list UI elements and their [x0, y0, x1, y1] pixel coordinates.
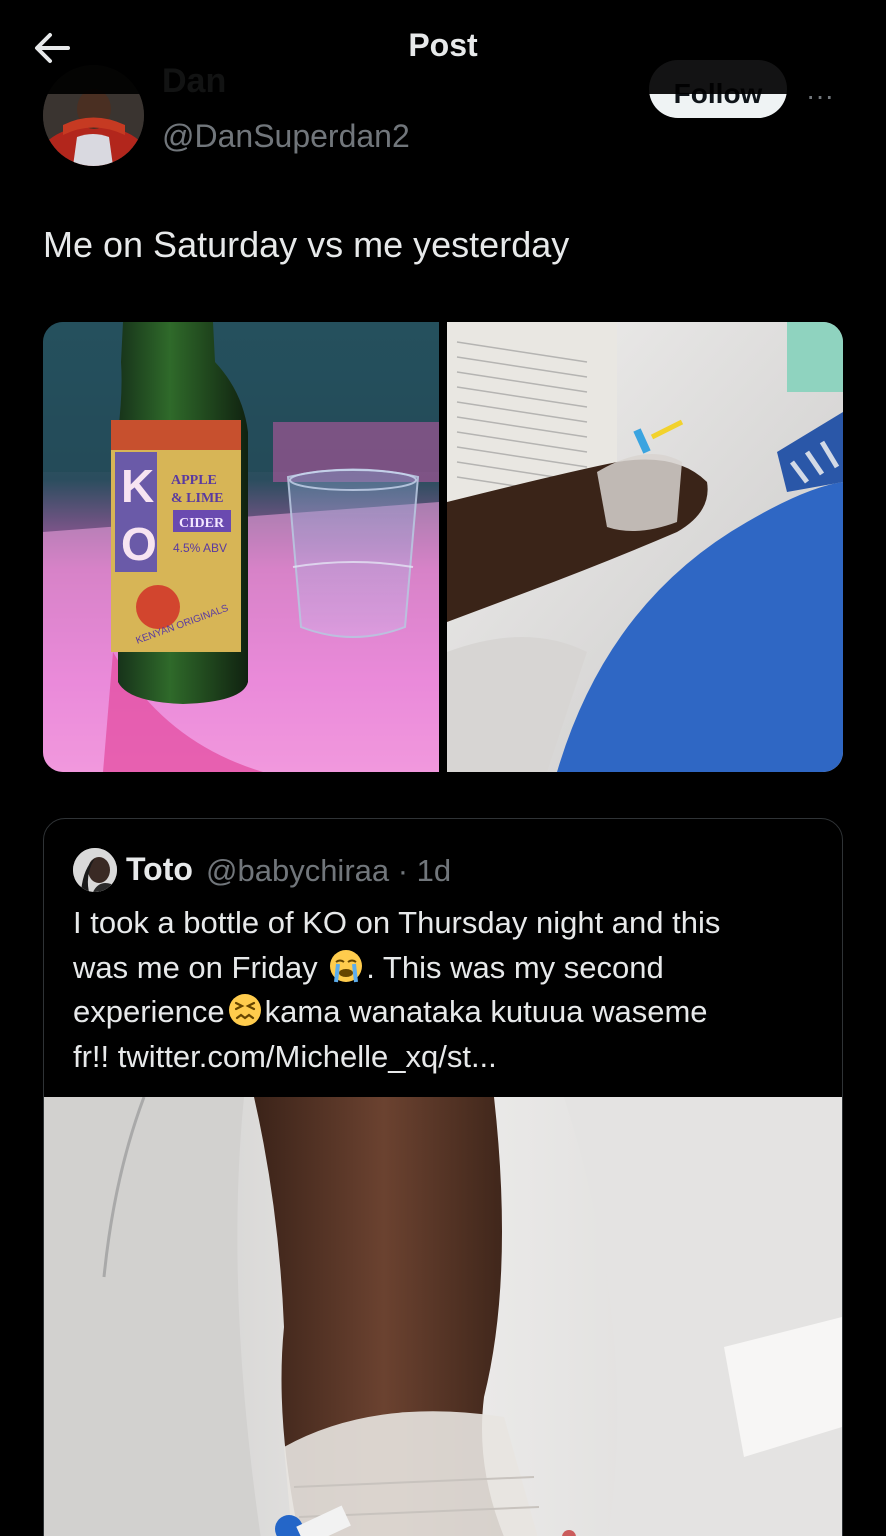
quoted-author-name[interactable]: Toto [126, 851, 193, 888]
confounded-face-emoji-icon [228, 994, 261, 1026]
quoted-text-line-1: I took a bottle of KO on Thursday night … [73, 905, 721, 940]
quoted-text-line-4[interactable]: fr!! twitter.com/Michelle_xq/st... [73, 1035, 823, 1080]
arm-with-iv-photo [44, 1097, 842, 1536]
post-page: Post Dan @DanSuperdan2 Follow ··· Me on … [0, 0, 886, 1536]
quoted-post-image-arm-iv[interactable] [44, 1097, 842, 1536]
bottle-ko-letter-o: O [121, 518, 157, 570]
quoted-author-avatar[interactable] [73, 848, 117, 892]
bottle-label-type: CIDER [179, 516, 225, 531]
loudly-crying-face-emoji-icon [330, 949, 363, 982]
bottle-label-abv: 4.5% ABV [173, 541, 227, 555]
bottle-ko-letter-k: K [121, 460, 154, 512]
cider-bottle-photo: K O APPLE & LIME CIDER 4.5% ABV KENYAN O… [43, 322, 439, 772]
quoted-author-handle-time[interactable]: @babychiraa · 1d [206, 853, 451, 889]
quoted-text-line-2-end: . This was my second [366, 949, 664, 985]
quoted-text-line-3-end: kama wanataka kutuua waseme [264, 994, 708, 1029]
post-image-hospital-bed[interactable] [447, 322, 843, 772]
bottle-label-flavor-2: & LIME [171, 491, 224, 506]
top-bar: Post [0, 0, 886, 94]
post-text: Me on Saturday vs me yesterday [43, 224, 570, 265]
quoted-post-text: I took a bottle of KO on Thursday night … [73, 901, 823, 1079]
hospital-bed-photo [447, 322, 843, 772]
bottle-label-flavor: APPLE [171, 473, 217, 488]
author-handle[interactable]: @DanSuperdan2 [162, 118, 410, 155]
quoted-text-line-2-start: was me on Friday [73, 949, 327, 985]
page-title: Post [408, 27, 478, 63]
post-image-cider-bottle[interactable]: K O APPLE & LIME CIDER 4.5% ABV KENYAN O… [43, 322, 439, 772]
quoted-text-line-2: was me on Friday . This was my second [73, 946, 823, 991]
quoted-text-line-3-start: experience [73, 994, 225, 1029]
quoted-post[interactable]: Toto @babychiraa · 1d I took a bottle of… [43, 818, 843, 1536]
quoted-text-line-3: experience kama wanataka kutuua waseme [73, 990, 823, 1035]
